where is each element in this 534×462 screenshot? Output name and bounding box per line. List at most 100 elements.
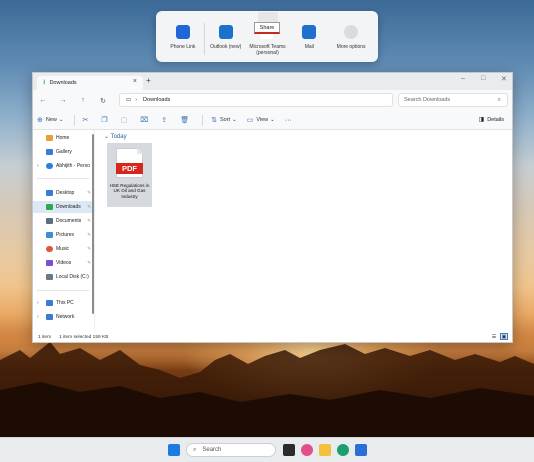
sidebar-item-label: Pictures bbox=[56, 232, 75, 238]
maximize-button[interactable]: □ bbox=[481, 75, 485, 82]
share-app-outlook[interactable]: Outlook (new) bbox=[205, 25, 247, 50]
sidebar-item-label: Gallery bbox=[56, 149, 72, 155]
title-bar: ⭳ Downloads × + – □ ✕ bbox=[33, 73, 512, 90]
sidebar-item-pictures[interactable]: Pictures ✎ bbox=[33, 229, 95, 241]
sort-button[interactable]: ⇅ Sort ⌄ bbox=[211, 116, 237, 124]
details-pane-icon: ◨ bbox=[478, 117, 485, 123]
share-app-label: Microsoft Teams (personal) bbox=[249, 44, 286, 56]
sidebar-item-desktop[interactable]: Desktop ✎ bbox=[33, 187, 95, 199]
search-icon: ⌕ bbox=[497, 96, 501, 103]
sidebar-item-label: Abhijith - Perso bbox=[56, 163, 90, 169]
paste-icon: ▢ bbox=[120, 117, 128, 124]
sidebar-item-label: This PC bbox=[56, 300, 74, 306]
file-item[interactable]: PDF HSE Regulations in UK Oil and Gas In… bbox=[107, 143, 152, 207]
share-button[interactable]: ⇪ bbox=[161, 116, 170, 124]
store-icon[interactable] bbox=[355, 444, 367, 456]
sidebar-item-home[interactable]: Home bbox=[33, 132, 95, 144]
start-icon[interactable] bbox=[168, 444, 180, 456]
tiles-view-icon[interactable]: ▣ bbox=[500, 333, 508, 340]
minimize-button[interactable]: – bbox=[461, 75, 465, 82]
chevron-right-icon[interactable]: › bbox=[37, 300, 39, 306]
disk-icon bbox=[46, 274, 53, 280]
pin-icon: ✎ bbox=[87, 260, 91, 265]
forward-button[interactable]: → bbox=[53, 97, 73, 104]
sidebar-scrollbar[interactable] bbox=[92, 134, 94, 314]
pin-icon: ✎ bbox=[87, 204, 91, 209]
chevron-right-icon[interactable]: › bbox=[37, 163, 39, 169]
sidebar-item-network[interactable]: › Network bbox=[33, 311, 95, 323]
copy-icon: ❐ bbox=[101, 117, 108, 124]
breadcrumb-downloads[interactable]: Downloads bbox=[143, 97, 170, 103]
sidebar-item-downloads[interactable]: Downloads ✎ bbox=[33, 201, 95, 213]
share-app-phone-link[interactable]: Phone Link bbox=[162, 25, 204, 50]
sidebar-item-documents[interactable]: Documents ✎ bbox=[33, 215, 95, 227]
sidebar-item-this-pc[interactable]: › This PC bbox=[33, 297, 95, 309]
more-icon: ··· bbox=[284, 116, 292, 124]
sidebar-item-onedrive[interactable]: › Abhijith - Perso bbox=[33, 160, 95, 172]
sort-icon: ⇅ bbox=[211, 117, 217, 124]
details-view-icon[interactable]: ☰ bbox=[490, 333, 498, 340]
rename-button[interactable]: ⌧ bbox=[140, 116, 151, 124]
pin-icon: ✎ bbox=[87, 190, 91, 195]
search-input[interactable]: Search Downloads ⌕ bbox=[398, 93, 508, 107]
sort-label: Sort bbox=[220, 117, 231, 123]
sidebar-item-label: Music bbox=[56, 246, 70, 252]
taskbar-search-placeholder: Search bbox=[202, 447, 222, 453]
new-button[interactable]: ⊕ New ⌄ bbox=[37, 116, 64, 124]
close-tab-button[interactable]: × bbox=[133, 78, 137, 85]
pdf-badge: PDF bbox=[116, 163, 143, 174]
sidebar-item-videos[interactable]: Videos ✎ bbox=[33, 257, 95, 269]
page-fold bbox=[137, 148, 143, 154]
refresh-button[interactable]: ↻ bbox=[93, 97, 113, 105]
copy-button[interactable]: ❐ bbox=[101, 116, 110, 124]
task-view-icon[interactable] bbox=[283, 444, 295, 456]
videos-icon bbox=[46, 260, 53, 266]
edge-icon[interactable] bbox=[337, 444, 349, 456]
sidebar-item-label: Desktop bbox=[56, 190, 75, 196]
share-app-more-options[interactable]: More options bbox=[330, 25, 372, 50]
item-count: 1 item bbox=[38, 334, 52, 340]
taskbar-search-input[interactable]: ⌕ Search bbox=[186, 443, 276, 457]
plus-circle-icon: ⊕ bbox=[37, 117, 43, 124]
pin-icon: ✎ bbox=[87, 246, 91, 251]
address-bar-row: ← → ↑ ↻ ▭ › Downloads Search Downloads ⌕ bbox=[33, 90, 512, 111]
network-icon bbox=[46, 314, 53, 320]
cut-button[interactable]: ✂ bbox=[83, 116, 92, 124]
chevron-down-icon: ⌄ bbox=[270, 117, 275, 123]
copilot-icon[interactable] bbox=[301, 444, 313, 456]
more-button[interactable]: ··· bbox=[285, 117, 292, 124]
sidebar-item-gallery[interactable]: Gallery bbox=[33, 146, 95, 158]
file-explorer-icon[interactable] bbox=[319, 444, 331, 456]
up-button[interactable]: ↑ bbox=[73, 97, 93, 104]
onedrive-icon bbox=[46, 163, 53, 169]
details-button[interactable]: ◨ Details bbox=[478, 116, 504, 124]
address-input[interactable]: ▭ › Downloads bbox=[119, 93, 393, 107]
sidebar-item-local-disk[interactable]: Local Disk (C:) bbox=[33, 271, 95, 283]
music-icon bbox=[46, 246, 53, 252]
paste-button[interactable]: ▢ bbox=[121, 116, 131, 124]
outlook-icon bbox=[218, 25, 233, 39]
rename-icon: ⌧ bbox=[140, 117, 149, 124]
navigation-pane: Home Gallery › Abhijith - Perso Desktop … bbox=[33, 130, 95, 331]
delete-button[interactable]: 🗑 bbox=[180, 116, 192, 124]
tab-downloads[interactable]: ⭳ Downloads × bbox=[37, 76, 143, 90]
gallery-icon bbox=[46, 149, 53, 155]
trash-icon: 🗑 bbox=[180, 117, 190, 124]
chevron-right-icon[interactable]: › bbox=[37, 314, 39, 320]
close-window-button[interactable]: ✕ bbox=[501, 75, 507, 83]
sidebar-item-music[interactable]: Music ✎ bbox=[33, 243, 95, 255]
back-button[interactable]: ← bbox=[33, 97, 53, 104]
view-button[interactable]: ▭ View ⌄ bbox=[247, 116, 275, 124]
file-list: ⌄ Today PDF HSE Regulations in UK Oil an… bbox=[99, 130, 512, 331]
view-icon: ▭ bbox=[246, 117, 254, 124]
monitor-icon: ▭ bbox=[126, 97, 132, 103]
share-app-mail[interactable]: Mail bbox=[288, 25, 330, 50]
selection-info: 1 item selected 159 KB bbox=[59, 334, 109, 340]
phone-link-icon bbox=[175, 25, 190, 39]
group-header-today[interactable]: ⌄ Today bbox=[104, 133, 127, 140]
share-tooltip: Share bbox=[254, 22, 280, 34]
file-name: HSE Regulations in UK Oil and Gas Indust… bbox=[109, 183, 150, 199]
details-label: Details bbox=[487, 116, 504, 123]
chevron-down-icon: ⌄ bbox=[232, 117, 237, 123]
new-tab-button[interactable]: + bbox=[146, 76, 151, 85]
